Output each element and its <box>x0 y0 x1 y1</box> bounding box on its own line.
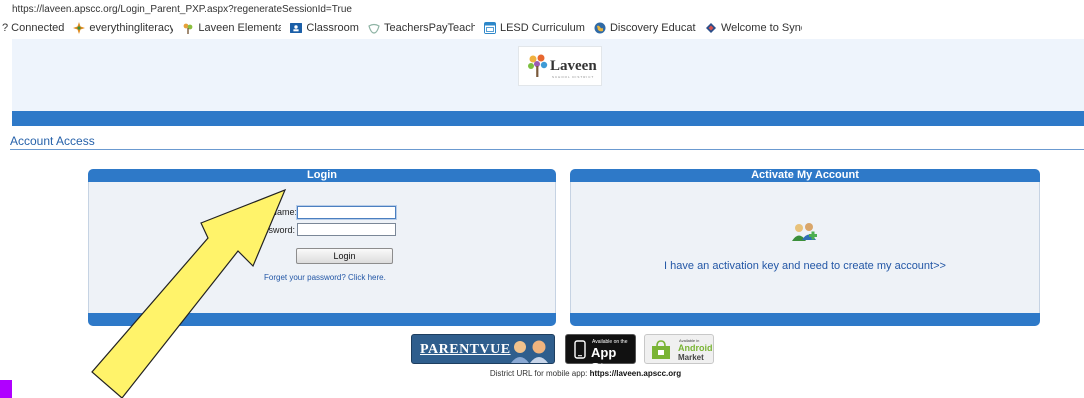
activate-panel-footer <box>570 313 1040 326</box>
bookmark-label: Welcome to Syne <box>720 22 802 34</box>
activate-account-link[interactable]: I have an activation key and need to cre… <box>571 260 1039 272</box>
logo-text: Laveen <box>550 58 597 74</box>
logo-subtext: SCHOOL DISTRICT <box>552 75 595 79</box>
bookmark-label: Classroom <box>306 22 359 34</box>
title-divider <box>10 149 1084 150</box>
app-store-badge[interactable]: Available on the App Store <box>565 334 636 375</box>
laveen-logo[interactable]: Laveen SCHOOL DISTRICT <box>518 46 602 86</box>
diamond-icon <box>705 23 716 33</box>
district-url-value: https://laveen.apscc.org <box>589 369 682 378</box>
bookmarks-bar: ? Connected everythingliteracy Laveen El… <box>0 17 1084 39</box>
username-label: User Name: <box>248 207 297 217</box>
people-add-icon[interactable] <box>791 221 819 245</box>
tpt-apple-icon <box>368 23 380 34</box>
bookmark-everythingliteracy[interactable]: everythingliteracy <box>73 22 173 34</box>
login-panel-footer <box>88 313 556 326</box>
username-field[interactable] <box>297 206 396 219</box>
login-button[interactable]: Login <box>296 248 393 264</box>
district-url-note: District URL for mobile app: https://lav… <box>0 369 1084 378</box>
parentvue-badge[interactable]: PARENTVUE <box>411 334 555 364</box>
site-header: Laveen SCHOOL DISTRICT <box>12 39 1084 111</box>
password-label: assword: <box>258 225 295 235</box>
bookmark-label: everythingliteracy <box>89 22 174 34</box>
parentvue-wordmark: PARENTVUE <box>420 342 511 357</box>
classroom-icon <box>290 23 303 33</box>
purple-marker <box>0 380 12 398</box>
tree-logo-icon <box>528 54 548 77</box>
bookmark-label: LESD Curriculum <box>499 22 585 34</box>
market-text: Market <box>678 353 704 362</box>
parent-student-icon <box>511 340 548 363</box>
globe-icon <box>594 22 606 34</box>
activate-panel: Activate My Account I have an activation… <box>570 169 1040 326</box>
district-url-label: District URL for mobile app: <box>489 369 588 378</box>
address-bar[interactable]: https://laveen.apscc.org/Login_Parent_PX… <box>0 0 1084 17</box>
url-text: https://laveen.apscc.org/Login_Parent_PX… <box>12 4 352 15</box>
page-title: Account Access <box>10 134 95 148</box>
bookmark-label: TeachersPayTeach <box>383 22 475 34</box>
forgot-password-link[interactable]: Forget your password? Click here. <box>264 273 386 282</box>
activate-heading: Activate My Account <box>570 169 1040 182</box>
sparkle-icon <box>73 22 86 34</box>
bookmark-lesd-curriculum[interactable]: LESD Curriculum <box>483 22 585 34</box>
apple-icon <box>574 340 586 359</box>
bookmark-welcome-to-synergy[interactable]: Welcome to Syne <box>705 22 802 34</box>
laveen-leaf-icon <box>183 23 193 34</box>
android-text: Android <box>678 343 713 353</box>
bookmark-connected[interactable]: ? Connected <box>2 22 64 34</box>
bookmark-teacherspayteachers[interactable]: TeachersPayTeach <box>368 22 475 34</box>
bookmark-label: Laveen Elementar <box>198 22 282 34</box>
password-field[interactable] <box>297 223 396 236</box>
login-heading: Login <box>88 169 556 182</box>
bookmark-laveen-elementary[interactable]: Laveen Elementar <box>182 22 281 34</box>
bookmark-label: ? Connected <box>2 22 65 34</box>
android-market-icon <box>652 340 670 359</box>
calendar-icon <box>483 22 496 34</box>
header-band <box>12 111 1084 126</box>
bookmark-label: Discovery Educati <box>609 22 696 34</box>
bookmark-classroom[interactable]: Classroom <box>290 22 359 34</box>
login-panel: Login User Name: assword: Login Forget y… <box>88 169 556 326</box>
android-market-badge[interactable]: Available in Android Market <box>644 334 714 364</box>
bookmark-discovery-education[interactable]: Discovery Educati <box>594 22 696 34</box>
